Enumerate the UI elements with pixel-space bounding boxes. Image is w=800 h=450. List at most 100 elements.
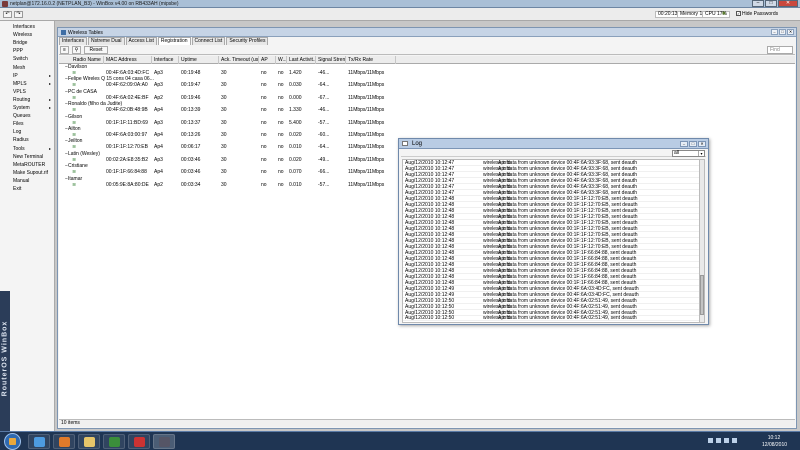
cell-last: 0.010 (289, 181, 302, 188)
tab-access-list[interactable]: Access List (125, 37, 157, 45)
cell-uptime: 00:03:46 (181, 169, 201, 176)
sidebar-item-new-terminal[interactable]: New Terminal (0, 153, 54, 161)
column-header[interactable]: Interface (152, 56, 179, 64)
cell-mac: 00:1F:1F:66:84:88 (106, 169, 147, 176)
menu-button[interactable]: ≡ (60, 46, 69, 54)
column-header[interactable]: Radio Name (71, 56, 104, 64)
chevron-down-icon[interactable]: ▾ (698, 151, 704, 156)
cell-signal: -66... (318, 169, 330, 176)
log-window-titlebar[interactable]: Log – □ ✕ (399, 139, 708, 149)
table-row[interactable]: ≋ 00:4F:6A:02:4E:BF Ap2 00:19:46 30 no no 0.000… (59, 95, 795, 101)
minimize-button[interactable]: – (752, 0, 764, 7)
sidebar-item-ppp[interactable]: PPP (0, 47, 54, 55)
tray-arrow-icon[interactable] (708, 438, 713, 443)
sidebar-item-routing[interactable]: Routing ▸ (0, 96, 54, 104)
column-header[interactable]: MAC Address (104, 56, 152, 64)
sidebar-item-queues[interactable]: Queues (0, 112, 54, 120)
hide-passwords-toggle[interactable]: ✓ Hide Passwords (736, 11, 778, 18)
sidebar-item-mesh[interactable]: Mesh (0, 64, 54, 72)
table-row[interactable]: ≋ 00:1F:1F:11:BD:69 Ap3 00:13:37 30 no no 5.400… (59, 120, 795, 126)
log-entry[interactable]: Aug/12/2010 10:12:50 wireless info Ap: dat… (403, 315, 699, 322)
sidebar-item-system[interactable]: System ▸ (0, 104, 54, 112)
sidebar-item-switch[interactable]: Switch (0, 55, 54, 63)
taskbar-ie-icon[interactable] (28, 434, 50, 449)
sidebar-item-manual[interactable]: Manual (0, 177, 54, 185)
sidebar-item-make-supout-rif[interactable]: Make Supout.rif (0, 169, 54, 177)
tab-security-profiles[interactable]: Security Profiles (226, 37, 269, 45)
column-header[interactable]: Ack. Timeout (us) (219, 56, 259, 64)
cell-uptime: 00:13:37 (181, 119, 201, 126)
column-header[interactable]: Uptime (179, 56, 219, 64)
cell-mac: 00:4F:62:0B:48:9B (106, 107, 148, 114)
log-close-button[interactable]: ✕ (698, 141, 706, 147)
cell-uptime: 00:13:39 (181, 107, 201, 114)
taskbar-firefox-icon[interactable] (53, 434, 75, 449)
cell-ap: no (261, 144, 267, 151)
table-row[interactable]: ≋ 00:4F:62:09:0A:A0 Ap3 00:19:47 30 no no 0.030… (59, 82, 795, 88)
tray-flag-icon[interactable] (716, 438, 721, 443)
tray-network-icon[interactable] (724, 438, 729, 443)
maximize-button[interactable]: □ (765, 0, 777, 7)
undo-button[interactable]: ↶ (3, 11, 12, 18)
sidebar-item-interfaces[interactable]: Interfaces (0, 23, 54, 31)
cell-last: 0.030 (289, 82, 302, 89)
column-header[interactable]: W... (276, 56, 287, 64)
find-input[interactable]: Find (767, 46, 793, 54)
sidebar-item-mpls[interactable]: MPLS ▸ (0, 80, 54, 88)
column-header[interactable]: AP (259, 56, 276, 64)
cell-ap: no (261, 156, 267, 163)
sidebar-item-bridge[interactable]: Bridge (0, 39, 54, 47)
table-row[interactable]: ≋ 00:4F:62:0B:48:9B Ap4 00:13:39 30 no no 1.330… (59, 107, 795, 113)
tray-volume-icon[interactable] (732, 438, 737, 443)
log-minimize-button[interactable]: – (680, 141, 688, 147)
log-scrollbar-thumb[interactable] (700, 275, 704, 315)
close-button[interactable]: ✕ (778, 0, 798, 7)
sidebar-item-ip[interactable]: IP ▸ (0, 72, 54, 80)
sidebar-item-radius[interactable]: Radius (0, 136, 54, 144)
start-button[interactable] (4, 433, 21, 450)
tab-nstreme-dual[interactable]: Nstreme Dual (87, 37, 125, 45)
sidebar-item-label: Interfaces (13, 24, 35, 30)
log-topic-select[interactable]: all ▾ (672, 150, 705, 157)
cell-w: no (278, 70, 284, 76)
sidebar-item-files[interactable]: Files (0, 120, 54, 128)
sidebar-item-wireless[interactable]: Wireless (0, 31, 54, 39)
window-title-bar: netplan@172.16.0.2 (NETPLAN_B3) - WinBox… (0, 0, 800, 8)
log-filter-bar: all ▾ (401, 150, 706, 157)
taskbar-media-icon[interactable] (103, 434, 125, 449)
sidebar-item-tools[interactable]: Tools ▸ (0, 145, 54, 153)
sidebar-item-metarouter[interactable]: MetaROUTER (0, 161, 54, 169)
sidebar-item-log[interactable]: Log (0, 128, 54, 136)
column-header[interactable]: Last Activit... (287, 56, 316, 64)
cell-mac: 00:1F:1F:11:BD:69 (106, 119, 148, 126)
taskbar-app-icon[interactable] (128, 434, 150, 449)
column-header[interactable]: Signal Strengt... (316, 56, 346, 64)
sidebar-item-exit[interactable]: Exit (0, 185, 54, 193)
wireless-minimize-button[interactable]: – (771, 29, 778, 35)
tab-connect-list[interactable]: Connect List (191, 37, 226, 45)
hide-passwords-checkbox[interactable]: ✓ (736, 11, 741, 17)
tray-clock[interactable]: 10:12 12/08/2010 (762, 435, 787, 449)
reset-button[interactable]: Reset (84, 46, 108, 54)
wireless-close-button[interactable]: ✕ (787, 29, 794, 35)
sidebar-item-label: Files (13, 121, 24, 128)
log-maximize-button[interactable]: □ (689, 141, 697, 147)
wireless-window-titlebar[interactable]: Wireless Tables – □ ✕ (58, 28, 796, 37)
redo-button[interactable]: ↷ (14, 11, 23, 18)
tab-registration[interactable]: Registration (157, 37, 191, 45)
wireless-maximize-button[interactable]: □ (779, 29, 786, 35)
table-row[interactable]: ≋ 00:4F:6A:03:4D:FC Ap3 00:19:48 30 no no 1.420… (59, 70, 795, 76)
tab-interfaces[interactable]: Interfaces (59, 37, 87, 45)
wireless-client-icon: ≋ (72, 132, 77, 138)
cell-ap: no (261, 132, 267, 138)
log-scrollbar[interactable] (699, 159, 705, 323)
filter-icon[interactable]: ⚲ (72, 46, 81, 54)
taskbar-winbox-icon[interactable] (153, 434, 175, 449)
items-count: 10 items (59, 419, 795, 427)
sidebar-item-vpls[interactable]: VPLS (0, 88, 54, 96)
taskbar-folder-icon[interactable] (78, 434, 100, 449)
cell-rate: 11Mbps/11Mbps (348, 144, 385, 151)
column-header[interactable]: Tx/Rx Rate (346, 56, 396, 64)
cell-ap: no (261, 70, 267, 76)
sidebar-item-label: Log (13, 129, 22, 136)
